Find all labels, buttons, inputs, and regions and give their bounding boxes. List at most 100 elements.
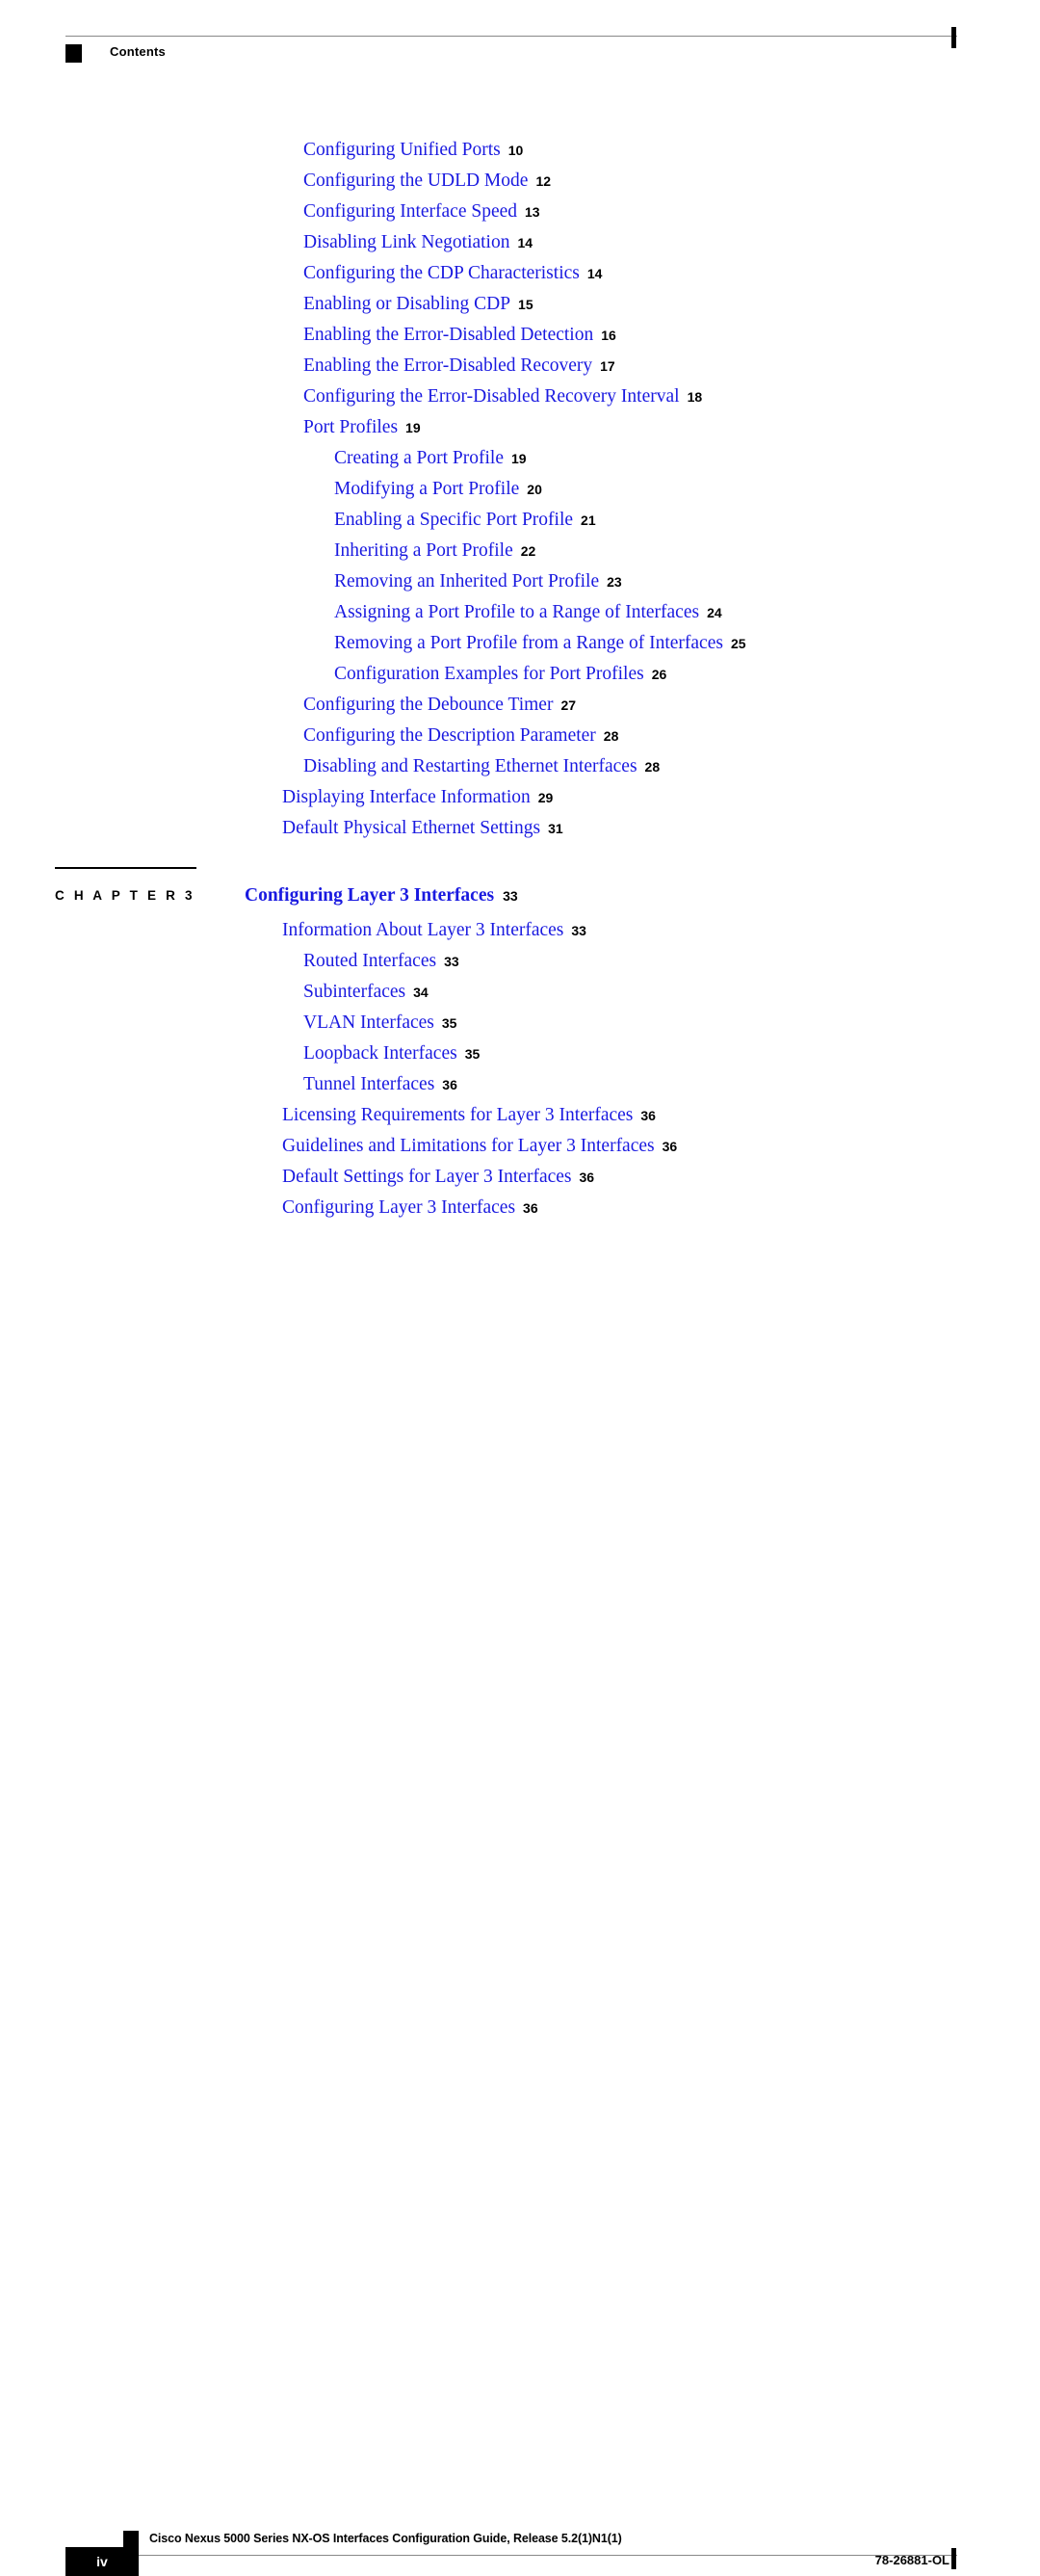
toc-entry-page-number: 36 xyxy=(640,1108,656,1123)
toc-entry-page-number: 14 xyxy=(517,235,533,250)
footer-book-title: Cisco Nexus 5000 Series NX-OS Interfaces… xyxy=(149,2532,622,2545)
toc-entry-title[interactable]: Removing a Port Profile from a Range of … xyxy=(334,633,723,653)
toc-entry[interactable]: Removing an Inherited Port Profile 23 xyxy=(0,566,1040,597)
running-head-contents: Contents xyxy=(110,44,166,59)
chapter-title-row[interactable]: Configuring Layer 3 Interfaces 33 xyxy=(245,885,518,907)
toc-entry-title[interactable]: Routed Interfaces xyxy=(303,951,436,971)
toc-entry-title[interactable]: Enabling a Specific Port Profile xyxy=(334,510,573,530)
toc-entry-page-number: 28 xyxy=(644,759,661,775)
toc-entry[interactable]: Enabling a Specific Port Profile 21 xyxy=(0,505,1040,536)
toc-entry[interactable]: Configuring the UDLD Mode 12 xyxy=(0,166,1040,197)
toc-entry-title[interactable]: Configuring Unified Ports xyxy=(303,140,501,160)
toc-entry-page-number: 35 xyxy=(464,1046,481,1062)
toc-entry[interactable]: Displaying Interface Information 29 xyxy=(0,782,1040,813)
toc-entry-title[interactable]: Disabling and Restarting Ethernet Interf… xyxy=(303,756,637,776)
toc-entry[interactable]: Subinterfaces 34 xyxy=(0,977,1040,1008)
toc-entry[interactable]: Disabling Link Negotiation 14 xyxy=(0,227,1040,258)
toc-entry-title[interactable]: Configuring the Description Parameter xyxy=(303,725,596,746)
toc-entry[interactable]: Guidelines and Limitations for Layer 3 I… xyxy=(0,1131,1040,1162)
page-header: Contents xyxy=(0,0,1040,87)
toc-entry[interactable]: Configuration Examples for Port Profiles… xyxy=(0,659,1040,690)
toc-entry[interactable]: Port Profiles 19 xyxy=(0,412,1040,443)
toc-entry[interactable]: Configuring Unified Ports 10 xyxy=(0,135,1040,166)
toc-entry-title[interactable]: Guidelines and Limitations for Layer 3 I… xyxy=(282,1136,655,1156)
toc-entry-page-number: 17 xyxy=(600,358,615,374)
toc-entry-page-number: 27 xyxy=(560,697,577,713)
toc-entry[interactable]: Tunnel Interfaces 36 xyxy=(0,1069,1040,1100)
toc-entry-page-number: 33 xyxy=(444,954,459,969)
toc-entry-title[interactable]: Configuring Interface Speed xyxy=(303,201,517,222)
toc-entry-title[interactable]: Configuring the Debounce Timer xyxy=(303,695,553,715)
footer-page-number: iv xyxy=(96,2554,108,2569)
toc-entry-title[interactable]: VLAN Interfaces xyxy=(303,1012,434,1033)
page-footer: Cisco Nexus 5000 Series NX-OS Interfaces… xyxy=(0,1249,1040,2576)
toc-entry-title[interactable]: Creating a Port Profile xyxy=(334,448,504,468)
toc-entry[interactable]: Loopback Interfaces 35 xyxy=(0,1038,1040,1069)
toc-entry[interactable]: Enabling the Error-Disabled Recovery 17 xyxy=(0,351,1040,381)
toc-entry-page-number: 20 xyxy=(527,482,542,497)
toc-entry[interactable]: Default Physical Ethernet Settings 31 xyxy=(0,813,1040,844)
chapter-page-number: 33 xyxy=(503,888,518,904)
footer-black-square-marker xyxy=(123,2531,139,2548)
toc-entry[interactable]: Enabling the Error-Disabled Detection 16 xyxy=(0,320,1040,351)
toc-entry-page-number: 36 xyxy=(523,1200,538,1216)
toc-entry-title[interactable]: Information About Layer 3 Interfaces xyxy=(282,920,563,940)
toc-entry-title[interactable]: Configuring Layer 3 Interfaces xyxy=(282,1197,515,1218)
toc-entry-title[interactable]: Assigning a Port Profile to a Range of I… xyxy=(334,602,699,622)
toc-entry[interactable]: Configuring the Description Parameter 28 xyxy=(0,721,1040,751)
toc-entry-title[interactable]: Default Physical Ethernet Settings xyxy=(282,818,540,838)
toc-entry-title[interactable]: Enabling the Error-Disabled Detection xyxy=(303,325,593,345)
toc-entry-page-number: 13 xyxy=(525,204,540,220)
footer-edge-tick-mark xyxy=(951,2548,956,2569)
toc-entry-title[interactable]: Configuring the Error-Disabled Recovery … xyxy=(303,386,680,407)
toc-entry[interactable]: Modifying a Port Profile 20 xyxy=(0,474,1040,505)
toc-entry-page-number: 16 xyxy=(601,328,616,343)
toc-entry-title[interactable]: Loopback Interfaces xyxy=(303,1043,457,1064)
toc-entry-page-number: 34 xyxy=(413,985,429,1000)
toc-entry[interactable]: Licensing Requirements for Layer 3 Inter… xyxy=(0,1100,1040,1131)
toc-entry-title[interactable]: Subinterfaces xyxy=(303,982,405,1002)
toc-entry[interactable]: Configuring the Debounce Timer 27 xyxy=(0,690,1040,721)
header-edge-tick-mark xyxy=(951,27,956,48)
toc-entry[interactable]: Assigning a Port Profile to a Range of I… xyxy=(0,597,1040,628)
toc-entry-title[interactable]: Disabling Link Negotiation xyxy=(303,232,509,252)
toc-entry-title[interactable]: Modifying a Port Profile xyxy=(334,479,519,499)
toc-entry[interactable]: Configuring Interface Speed 13 xyxy=(0,197,1040,227)
chapter-label: C H A P T E R 3 xyxy=(55,888,195,903)
toc-entry[interactable]: Information About Layer 3 Interfaces 33 xyxy=(0,915,1040,946)
footer-document-number: 78-26881-OL xyxy=(874,2553,949,2567)
toc-entry-title[interactable]: Configuring the UDLD Mode xyxy=(303,171,528,191)
toc-entry-page-number: 10 xyxy=(507,143,524,158)
toc-entry-page-number: 23 xyxy=(607,574,622,590)
toc-entry-title[interactable]: Licensing Requirements for Layer 3 Inter… xyxy=(282,1105,633,1125)
toc-entry-title[interactable]: Port Profiles xyxy=(303,417,398,437)
toc-entry-title[interactable]: Configuring the CDP Characteristics xyxy=(303,263,580,283)
toc-entry-page-number: 15 xyxy=(518,297,533,312)
toc-entry-page-number: 31 xyxy=(548,821,563,836)
toc-entry[interactable]: Disabling and Restarting Ethernet Interf… xyxy=(0,751,1040,782)
toc-entry-title[interactable]: Tunnel Interfaces xyxy=(303,1074,434,1094)
toc-entry[interactable]: Configuring the CDP Characteristics 14 xyxy=(0,258,1040,289)
toc-entry-page-number: 18 xyxy=(687,389,703,405)
toc-entry[interactable]: Enabling or Disabling CDP 15 xyxy=(0,289,1040,320)
toc-entry-title[interactable]: Enabling the Error-Disabled Recovery xyxy=(303,355,592,376)
toc-entry-page-number: 21 xyxy=(581,513,596,528)
toc-entry-title[interactable]: Enabling or Disabling CDP xyxy=(303,294,510,314)
chapter-rule xyxy=(55,867,196,869)
toc-entry-title[interactable]: Displaying Interface Information xyxy=(282,787,531,807)
toc-entry[interactable]: Configuring Layer 3 Interfaces 36 xyxy=(0,1193,1040,1223)
toc-entry-title[interactable]: Removing an Inherited Port Profile xyxy=(334,571,599,591)
toc-entry[interactable]: Routed Interfaces 33 xyxy=(0,946,1040,977)
toc-entry[interactable]: Configuring the Error-Disabled Recovery … xyxy=(0,381,1040,412)
toc-entry[interactable]: Default Settings for Layer 3 Interfaces 3… xyxy=(0,1162,1040,1193)
toc-list-chapter3: Information About Layer 3 Interfaces 33 Ro… xyxy=(0,915,1040,1223)
toc-entry[interactable]: VLAN Interfaces 35 xyxy=(0,1008,1040,1038)
toc-entry[interactable]: Removing a Port Profile from a Range of … xyxy=(0,628,1040,659)
header-black-square-marker xyxy=(65,44,82,63)
toc-entry-title[interactable]: Default Settings for Layer 3 Interfaces xyxy=(282,1167,572,1187)
toc-entry-title[interactable]: Inheriting a Port Profile xyxy=(334,540,513,561)
chapter-title-link[interactable]: Configuring Layer 3 Interfaces xyxy=(245,885,494,906)
toc-entry-title[interactable]: Configuration Examples for Port Profiles xyxy=(334,664,644,684)
toc-entry[interactable]: Creating a Port Profile 19 xyxy=(0,443,1040,474)
toc-entry[interactable]: Inheriting a Port Profile 22 xyxy=(0,536,1040,566)
